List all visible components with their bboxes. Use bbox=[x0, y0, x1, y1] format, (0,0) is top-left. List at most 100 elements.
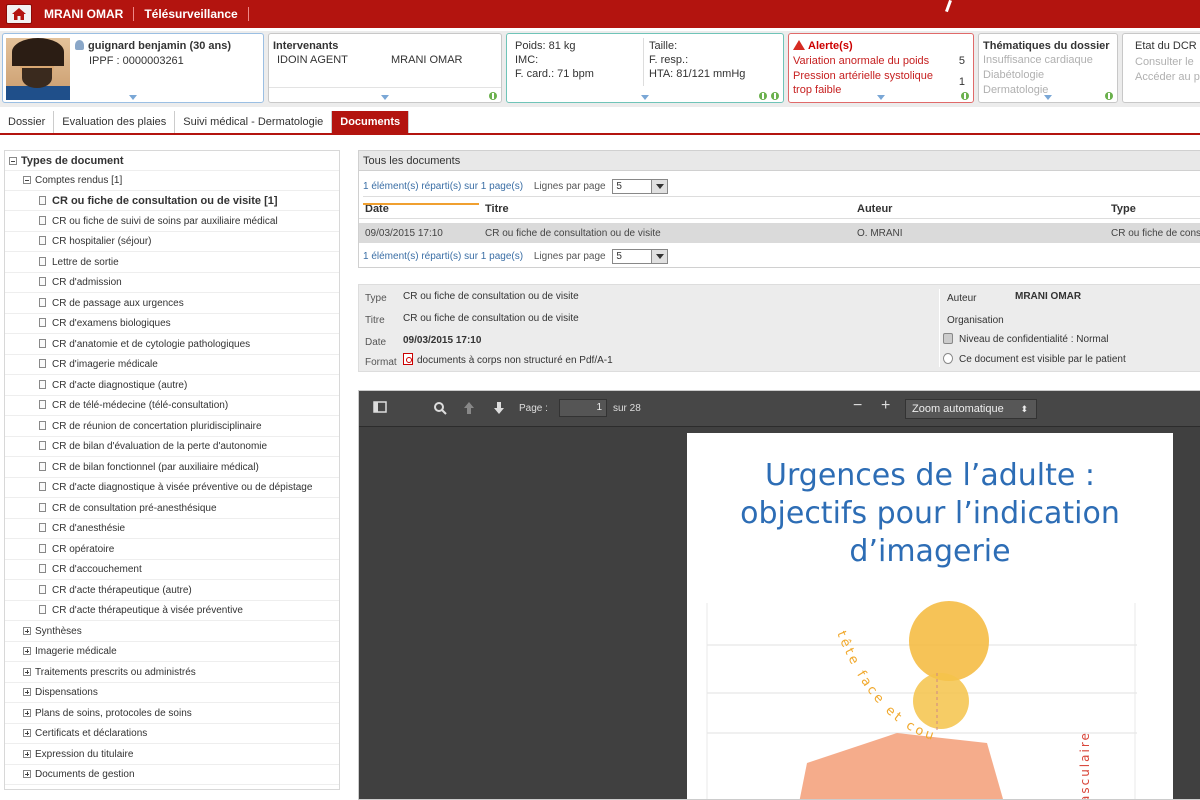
document-icon bbox=[39, 400, 46, 409]
intervenant-agent: IDOIN AGENT bbox=[277, 54, 348, 66]
tree-item[interactable]: CR d'anesthésie bbox=[5, 519, 339, 539]
lines-per-page-select[interactable]: 5 bbox=[612, 248, 669, 264]
alerts-card[interactable]: Alerte(s) Variation anormale du poids 5 … bbox=[788, 33, 974, 103]
tree-item[interactable]: Lettre de sortie bbox=[5, 253, 339, 273]
pdf-page: Urgences de l’adulte : objectifs pour l’… bbox=[687, 433, 1173, 799]
next-page-icon[interactable] bbox=[493, 401, 505, 415]
tree-item[interactable]: CR de télé-médecine (télé-consultation) bbox=[5, 396, 339, 416]
tree-group-comptes-rendus[interactable]: Comptes rendus [1] bbox=[5, 171, 339, 191]
tree-item[interactable]: CR d'accouchement bbox=[5, 560, 339, 580]
vital-taille: Taille: bbox=[649, 40, 678, 52]
expand-icon[interactable] bbox=[23, 770, 31, 778]
tree-item[interactable]: CR de bilan fonctionnel (par auxiliaire … bbox=[5, 458, 339, 478]
alert-item[interactable]: Variation anormale du poids bbox=[793, 55, 929, 67]
intervenants-card[interactable]: Intervenants IDOIN AGENT MRANI OMAR bbox=[268, 33, 502, 103]
tree-group[interactable]: Synthèses bbox=[5, 622, 339, 642]
expand-icon[interactable] bbox=[23, 708, 31, 717]
add-icon[interactable] bbox=[759, 92, 767, 100]
tab-dossier[interactable]: Dossier bbox=[0, 111, 55, 133]
document-icon bbox=[39, 318, 46, 327]
tree-item[interactable]: CR opératoire bbox=[5, 540, 339, 560]
zoom-in-icon[interactable]: + bbox=[881, 397, 890, 415]
thematique-item[interactable]: Insuffisance cardiaque bbox=[983, 54, 1093, 66]
add-icon[interactable] bbox=[1105, 92, 1113, 100]
chevron-down-icon[interactable]: ⬍ bbox=[1020, 400, 1028, 418]
tree-group[interactable]: Dispensations bbox=[5, 683, 339, 703]
chevron-down-icon[interactable] bbox=[651, 179, 668, 193]
add-icon[interactable] bbox=[961, 92, 969, 100]
top-user-name[interactable]: MRANI OMAR bbox=[44, 7, 135, 21]
zoom-out-icon[interactable]: − bbox=[853, 397, 862, 415]
top-app-name[interactable]: Télésurveillance bbox=[144, 7, 249, 21]
tree-group[interactable]: Imagerie médicale bbox=[5, 642, 339, 662]
tree-item[interactable]: CR d'acte thérapeutique à visée préventi… bbox=[5, 601, 339, 621]
expand-icon[interactable] bbox=[23, 729, 31, 737]
tree-item-label: CR de bilan fonctionnel (par auxiliaire … bbox=[52, 461, 259, 473]
tree-item[interactable]: CR de bilan d'évaluation de la perte d'a… bbox=[5, 437, 339, 457]
patient-card[interactable]: guignard benjamin (30 ans) IPPF : 000000… bbox=[2, 33, 264, 103]
chevron-down-icon[interactable] bbox=[651, 249, 668, 263]
expand-icon[interactable] bbox=[641, 95, 649, 100]
tree-group[interactable]: Plans de soins, protocoles de soins bbox=[5, 704, 339, 724]
tree-item[interactable]: CR ou fiche de suivi de soins par auxili… bbox=[5, 212, 339, 232]
expand-icon[interactable] bbox=[381, 95, 389, 100]
tree-item[interactable]: CR d'acte diagnostique (autre) bbox=[5, 376, 339, 396]
page-number-input[interactable]: 1 bbox=[559, 399, 607, 417]
tree-root[interactable]: Types de document bbox=[5, 151, 339, 171]
tree-item[interactable]: CR de passage aux urgences bbox=[5, 294, 339, 314]
tree-item[interactable]: CR de réunion de concertation pluridisci… bbox=[5, 417, 339, 437]
tree-item[interactable]: CR de consultation pré-anesthésique bbox=[5, 499, 339, 519]
alert-item[interactable]: trop faible bbox=[793, 84, 841, 96]
tree-item[interactable]: CR d'acte thérapeutique (autre) bbox=[5, 581, 339, 601]
etat-link[interactable]: Accéder au p bbox=[1135, 71, 1200, 83]
tree-group[interactable]: Expression du titulaire bbox=[5, 745, 339, 765]
detail-date-value: 09/03/2015 17:10 bbox=[403, 335, 482, 346]
search-icon[interactable] bbox=[433, 401, 447, 415]
tab-suivi-dermatologie[interactable]: Suivi médical - Dermatologie bbox=[175, 111, 333, 133]
tab-documents[interactable]: Documents bbox=[332, 111, 410, 133]
table-row[interactable]: 09/03/2015 17:10 CR ou fiche de consulta… bbox=[359, 223, 1200, 243]
sidebar-toggle-icon[interactable] bbox=[373, 401, 387, 413]
tab-evaluation-plaies[interactable]: Evaluation des plaies bbox=[54, 111, 176, 133]
tree-group[interactable]: Traitements prescrits ou administrés bbox=[5, 663, 339, 683]
etat-link[interactable]: Consulter le bbox=[1135, 56, 1194, 68]
tree-item[interactable]: CR d'admission bbox=[5, 273, 339, 293]
detail-format-row[interactable]: documents à corps non structuré en Pdf/A… bbox=[403, 353, 613, 366]
add-icon[interactable] bbox=[489, 92, 497, 100]
tree-group-label: Imagerie médicale bbox=[35, 646, 117, 657]
thematique-item[interactable]: Diabétologie bbox=[983, 69, 1044, 81]
collapse-icon[interactable] bbox=[9, 157, 17, 165]
thematiques-card[interactable]: Thématiques du dossier Insuffisance card… bbox=[978, 33, 1118, 103]
tree-item[interactable]: CR d'imagerie médicale bbox=[5, 355, 339, 375]
expand-icon[interactable] bbox=[23, 647, 31, 655]
tree-item[interactable]: CR d'examens biologiques bbox=[5, 314, 339, 334]
col-author[interactable]: Auteur bbox=[857, 203, 892, 215]
expand-icon[interactable] bbox=[129, 95, 137, 100]
thematique-item[interactable]: Dermatologie bbox=[983, 84, 1048, 96]
expand-icon[interactable] bbox=[23, 626, 31, 635]
previous-page-icon[interactable] bbox=[463, 401, 475, 415]
etat-dcr-card[interactable]: Etat du DCR Consulter le Accéder au p bbox=[1122, 33, 1200, 103]
alert-item[interactable]: Pression artérielle systolique bbox=[793, 70, 933, 82]
tree-item[interactable]: CR d'anatomie et de cytologie pathologiq… bbox=[5, 335, 339, 355]
col-type[interactable]: Type bbox=[1111, 203, 1136, 215]
expand-icon[interactable] bbox=[23, 688, 31, 696]
add-icon[interactable] bbox=[771, 92, 779, 100]
tree-item[interactable]: CR hospitalier (séjour) bbox=[5, 232, 339, 252]
vitals-card[interactable]: Poids: 81 kg IMC: F. card.: 71 bpm Taill… bbox=[506, 33, 784, 103]
home-button[interactable] bbox=[6, 4, 32, 24]
lines-per-page-select[interactable]: 5 bbox=[612, 178, 669, 194]
collapse-icon[interactable] bbox=[23, 176, 31, 184]
tree-group[interactable]: Certificats et déclarations bbox=[5, 724, 339, 744]
tree-item[interactable]: CR d'acte diagnostique à visée préventiv… bbox=[5, 478, 339, 498]
tree-item-label: CR d'anatomie et de cytologie pathologiq… bbox=[52, 338, 251, 350]
expand-icon[interactable] bbox=[877, 95, 885, 100]
tree-item[interactable]: CR ou fiche de consultation ou de visite… bbox=[5, 191, 339, 211]
expand-icon[interactable] bbox=[23, 667, 31, 676]
col-title[interactable]: Titre bbox=[485, 203, 509, 215]
tree-item-label: CR d'acte thérapeutique (autre) bbox=[52, 584, 192, 596]
expand-icon[interactable] bbox=[23, 749, 31, 758]
tree-group[interactable]: Documents de gestion bbox=[5, 765, 339, 785]
zoom-select[interactable]: Zoom automatique ⬍ bbox=[905, 399, 1037, 419]
expand-icon[interactable] bbox=[1044, 95, 1052, 100]
